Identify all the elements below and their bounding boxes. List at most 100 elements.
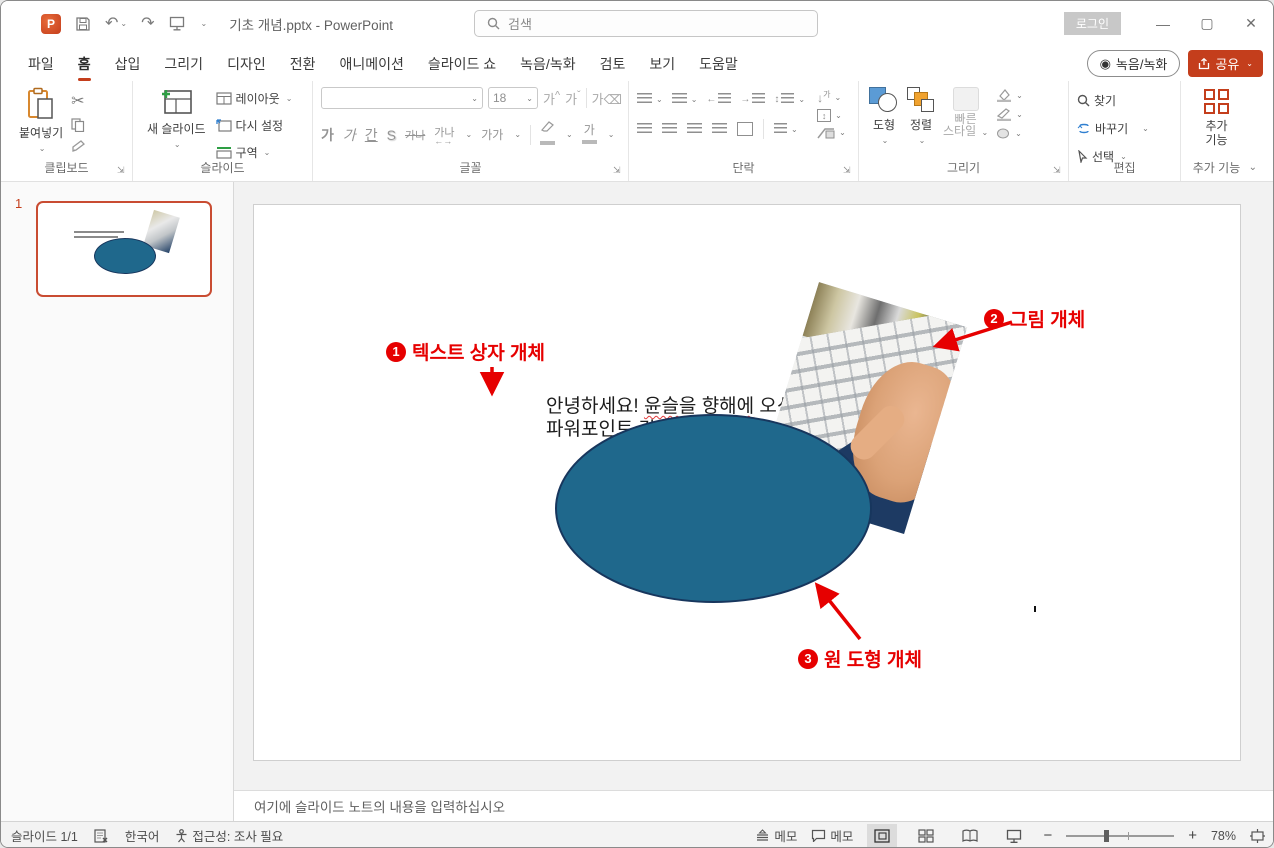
shape-effects-button[interactable]: ⌄ xyxy=(996,127,1023,140)
align-center-button[interactable] xyxy=(662,123,677,135)
collapse-ribbon-button[interactable]: ⌄ xyxy=(1249,162,1257,173)
copy-icon[interactable] xyxy=(71,118,86,132)
italic-button[interactable]: 가 xyxy=(343,125,356,145)
language-indicator[interactable]: 한국어 xyxy=(125,826,160,845)
search-input[interactable]: 검색 xyxy=(474,10,818,37)
align-text-button[interactable]: ↕ ⌄ xyxy=(817,109,846,122)
annotation-picture: 2 그림 개체 xyxy=(984,305,1085,332)
tab-home[interactable]: 홈 xyxy=(66,47,103,81)
group-paragraph: ⌄ ⌄ ← → ↕ ⌄ ⌄ ↓가 ⌄ ↕ ⌄ ⌄ 단락 ⇲ xyxy=(628,81,858,181)
font-name-select[interactable]: ⌄ xyxy=(321,87,483,109)
bold-button[interactable]: 가 xyxy=(321,125,334,145)
columns-button[interactable]: ⌄ xyxy=(774,123,798,135)
slide[interactable]: 안녕하세요! 윤슬을 향해에 오신걸 환영합 파워포인트 강좌의 텍 xyxy=(253,204,1241,761)
group-editing: 찾기 바꾸기 ⌄ 선택 ⌄ 편집 xyxy=(1068,81,1180,181)
distribute-button[interactable] xyxy=(737,122,753,136)
tab-review[interactable]: 검토 xyxy=(588,47,638,81)
tab-transitions[interactable]: 전환 xyxy=(278,47,328,81)
zoom-slider-handle[interactable] xyxy=(1104,829,1110,842)
slide-canvas: 안녕하세요! 윤슬을 향해에 오신걸 환영합 파워포인트 강좌의 텍 xyxy=(234,182,1273,790)
minimize-button[interactable]: — xyxy=(1141,4,1185,44)
format-painter-icon[interactable] xyxy=(71,139,86,153)
normal-view-button[interactable] xyxy=(867,823,898,847)
redo-button[interactable]: ↷ xyxy=(141,15,154,32)
notes-toggle-button[interactable]: 메모 xyxy=(755,826,797,845)
tab-design[interactable]: 디자인 xyxy=(215,47,278,81)
clear-formatting-button[interactable]: 가⌫ xyxy=(592,89,622,108)
dialog-launcher-icon[interactable]: ⇲ xyxy=(117,165,127,175)
grow-font-button[interactable]: 가^ xyxy=(543,89,560,108)
badge-2: 2 xyxy=(984,308,1004,329)
cut-icon[interactable]: ✂ xyxy=(71,91,86,111)
tab-draw[interactable]: 그리기 xyxy=(152,47,215,81)
highlight-color-button[interactable] xyxy=(540,121,556,148)
dialog-launcher-icon[interactable]: ⇲ xyxy=(843,165,853,175)
fit-slide-button[interactable] xyxy=(1250,828,1265,843)
shrink-font-button[interactable]: 가ˇ xyxy=(565,89,581,108)
font-size-select[interactable]: 18 ⌄ xyxy=(488,87,538,109)
zoom-level[interactable]: 78% xyxy=(1211,829,1236,843)
layout-icon xyxy=(215,91,232,105)
slide-sorter-view-button[interactable] xyxy=(911,824,941,848)
notes-pane[interactable]: 여기에 슬라이드 노트의 내용을 입력하십시오 xyxy=(234,790,1273,821)
comment-icon xyxy=(812,829,826,842)
login-button[interactable]: 로그인 xyxy=(1063,12,1121,35)
layout-button[interactable]: 레이아웃 ⌄ xyxy=(215,87,292,109)
character-spacing-button[interactable]: 가나 ←→ xyxy=(434,124,454,146)
text-shadow-button[interactable]: S xyxy=(387,127,396,143)
tab-record[interactable]: 녹음/녹화 xyxy=(508,47,587,81)
strikethrough-button[interactable]: 가나 xyxy=(405,127,425,143)
change-case-button[interactable]: 가가 xyxy=(481,126,503,143)
spellcheck-icon[interactable] xyxy=(94,828,109,843)
decrease-indent-button[interactable]: ← xyxy=(706,93,732,105)
find-button[interactable]: 찾기 xyxy=(1077,89,1180,111)
underline-button[interactable]: 간 xyxy=(365,125,378,145)
save-icon[interactable] xyxy=(75,16,91,32)
dialog-launcher-icon[interactable]: ⇲ xyxy=(1053,165,1063,175)
text-direction-button[interactable]: ↓가 ⌄ xyxy=(817,89,846,105)
reset-button[interactable]: 다시 설정 xyxy=(215,114,293,136)
shape-outline-button[interactable]: ⌄ xyxy=(996,108,1023,121)
tab-insert[interactable]: 삽입 xyxy=(103,47,153,81)
numbering-button[interactable]: ⌄ xyxy=(671,93,697,105)
addins-button[interactable]: 추가 기능 xyxy=(1181,89,1252,146)
zoom-out-button[interactable]: − xyxy=(1043,827,1052,844)
replace-button[interactable]: 바꾸기 ⌄ xyxy=(1077,117,1180,139)
shape-fill-button[interactable]: ⌄ xyxy=(996,89,1023,102)
tab-view[interactable]: 보기 xyxy=(637,47,687,81)
align-left-button[interactable] xyxy=(637,123,652,135)
tab-animations[interactable]: 애니메이션 xyxy=(327,47,415,81)
line-spacing-button[interactable]: ↕ ⌄ xyxy=(774,93,805,105)
slide-thumbnail[interactable] xyxy=(36,201,212,297)
justify-button[interactable] xyxy=(712,123,727,135)
addins-icon xyxy=(1204,89,1229,114)
convert-to-smartart-button[interactable]: ⌄ xyxy=(817,126,846,139)
dialog-launcher-icon[interactable]: ⇲ xyxy=(613,165,623,175)
thumbnail-ellipse xyxy=(94,238,156,274)
start-slideshow-icon[interactable] xyxy=(169,16,185,31)
align-right-button[interactable] xyxy=(687,123,702,135)
circle-shape-object[interactable] xyxy=(555,414,872,603)
share-button[interactable]: 공유 ⌄ xyxy=(1188,50,1263,77)
undo-button[interactable]: ↶ ⌄ xyxy=(105,15,127,32)
increase-indent-button[interactable]: → xyxy=(740,93,766,105)
slide-indicator[interactable]: 슬라이드 1/1 xyxy=(11,826,78,845)
close-button[interactable]: ✕ xyxy=(1229,4,1273,44)
accessibility-status[interactable]: 접근성: 조사 필요 xyxy=(175,826,283,845)
maximize-button[interactable]: ▢ xyxy=(1185,4,1229,44)
record-button[interactable]: ◉ 녹음/녹화 xyxy=(1086,50,1181,77)
zoom-in-button[interactable]: + xyxy=(1188,827,1197,844)
slideshow-view-button[interactable] xyxy=(999,824,1029,848)
badge-3: 3 xyxy=(798,648,818,669)
tab-file[interactable]: 파일 xyxy=(16,47,66,81)
reading-view-button[interactable] xyxy=(955,824,985,848)
record-icon: ◉ xyxy=(1099,55,1111,71)
zoom-slider[interactable] xyxy=(1066,829,1175,843)
powerpoint-app-icon[interactable]: P xyxy=(41,13,61,34)
tab-slideshow[interactable]: 슬라이드 쇼 xyxy=(416,47,508,81)
comments-toggle-button[interactable]: 메모 xyxy=(811,826,853,845)
bullets-button[interactable]: ⌄ xyxy=(637,93,663,105)
font-color-button[interactable]: 가 xyxy=(581,124,597,145)
customize-quick-access-button[interactable]: ⌄ xyxy=(201,19,208,28)
tab-help[interactable]: 도움말 xyxy=(687,47,750,81)
